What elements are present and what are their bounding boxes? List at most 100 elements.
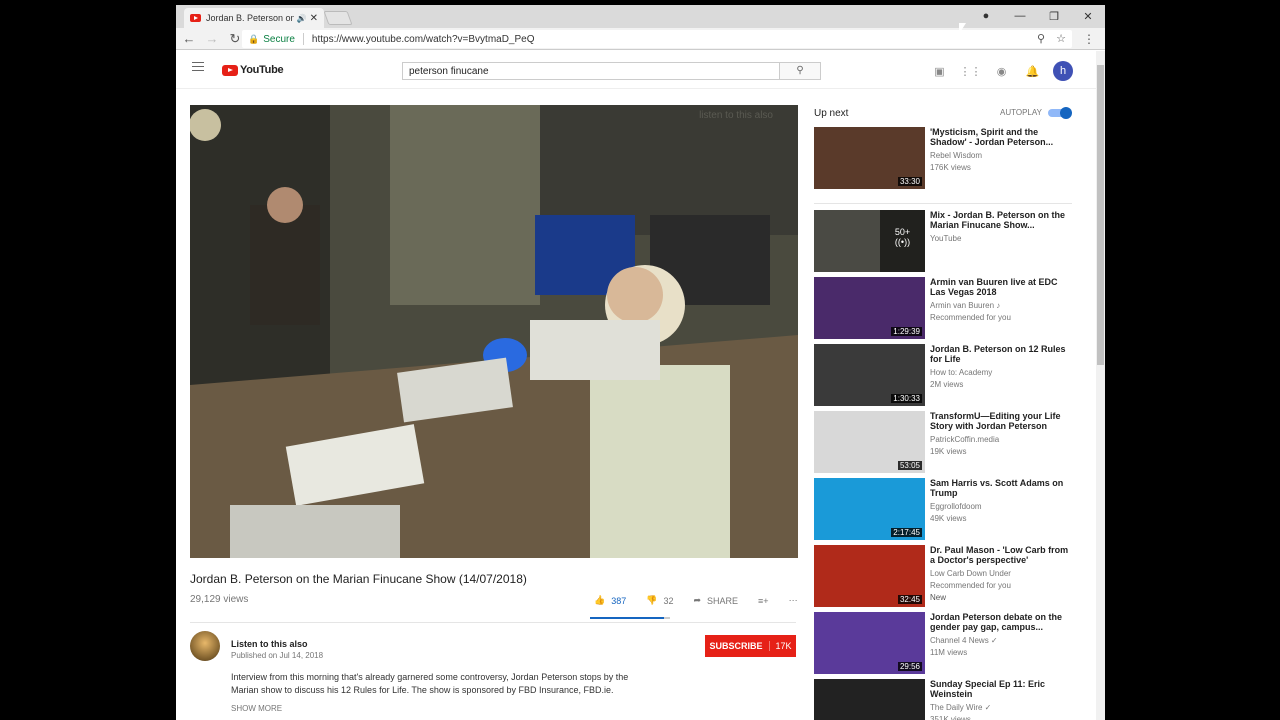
youtube-header: YouTube peterson finucane ⚲ ▣ ⋮⋮ ◉ 🔔 h [176, 51, 1096, 89]
subscriber-count: 17K [768, 641, 792, 651]
video-duration: 1:29:39 [891, 327, 922, 336]
dislike-count[interactable]: 32 [663, 596, 673, 606]
minimize-button[interactable]: — [1003, 10, 1037, 22]
up-next-item[interactable]: 53:05 TransformU—Editing your Life Story … [814, 411, 1084, 473]
up-next-item[interactable]: Sunday Special Ep 11: Eric Weinstein The … [814, 679, 1084, 720]
messages-icon[interactable]: ◉ [986, 65, 1017, 78]
youtube-play-icon [222, 64, 238, 76]
lock-icon: 🔒 [248, 33, 260, 44]
up-next-views: Recommended for you [930, 581, 1011, 590]
autoplay-toggle[interactable] [1048, 107, 1072, 119]
new-tab-button[interactable] [323, 11, 353, 25]
publish-date: Published on Jul 14, 2018 [231, 651, 324, 660]
hamburger-menu-icon[interactable] [192, 62, 204, 71]
up-next-views: 11M views [930, 648, 968, 657]
speaker-icon[interactable]: 🔊 [297, 14, 307, 23]
dislike-icon[interactable]: 👎 [646, 595, 657, 606]
up-next-item[interactable]: 2:17:45 Sam Harris vs. Scott Adams on Tru… [814, 478, 1084, 540]
up-next-views: 176K views [930, 163, 971, 172]
bookmark-star-icon[interactable]: ☆ [1056, 33, 1066, 45]
channel-avatar[interactable] [190, 631, 220, 661]
up-next-title[interactable]: 'Mysticism, Spirit and the Shadow' - Jor… [930, 127, 1070, 147]
tab-close-icon[interactable]: ✕ [310, 13, 318, 24]
video-thumbnail[interactable]: 50+ ((•)) [814, 210, 925, 272]
search-input[interactable]: peterson finucane [402, 62, 780, 80]
up-next-item[interactable]: 33:30 'Mysticism, Spirit and the Shadow' … [814, 127, 1084, 189]
youtube-logo[interactable]: YouTube [222, 64, 284, 76]
up-next-channel: YouTube [930, 234, 962, 243]
secure-label: Secure [263, 33, 295, 45]
autoplay-label: AUTOPLAY [1000, 108, 1042, 117]
address-bar[interactable]: 🔒 Secure https://www.youtube.com/watch?v… [242, 30, 1072, 48]
video-thumbnail[interactable]: 1:29:39 [814, 277, 925, 339]
up-next-title[interactable]: Sam Harris vs. Scott Adams on Trump [930, 478, 1070, 498]
add-to-playlist-icon[interactable]: ≡+ [758, 596, 769, 606]
notifications-bell-icon[interactable]: 🔔 [1017, 65, 1048, 78]
up-next-item[interactable]: 29:56 Jordan Peterson debate on the gende… [814, 612, 1084, 674]
user-avatar[interactable]: h [1053, 61, 1073, 81]
search-icon: ⚲ [796, 65, 804, 76]
video-duration: 33:30 [897, 177, 922, 186]
create-video-icon[interactable]: ▣ [924, 65, 955, 78]
up-next-views: Recommended for you [930, 313, 1011, 322]
up-next-channel: PatrickCoffin.media [930, 435, 1000, 444]
video-duration: 1:30:33 [891, 394, 922, 403]
up-next-item[interactable]: 1:30:33 Jordan B. Peterson on 12 Rules fo… [814, 344, 1084, 406]
video-thumbnail[interactable]: 1:30:33 [814, 344, 925, 406]
video-description: Interview from this morning that's alrea… [231, 672, 629, 695]
up-next-title[interactable]: Jordan B. Peterson on 12 Rules for Life [930, 344, 1070, 364]
video-thumbnail[interactable]: 2:17:45 [814, 478, 925, 540]
up-next-channel: Eggrollofdoom [930, 502, 982, 511]
video-thumbnail[interactable]: 33:30 [814, 127, 925, 189]
up-next-views: 19K views [930, 447, 967, 456]
up-next-title[interactable]: Dr. Paul Mason - 'Low Carb from a Doctor… [930, 545, 1070, 565]
url-text[interactable]: https://www.youtube.com/watch?v=BvytmaD_… [312, 34, 535, 45]
like-count[interactable]: 387 [611, 596, 626, 606]
like-ratio-bar [590, 617, 670, 619]
up-next-channel: The Daily Wire ✓ [930, 703, 992, 712]
back-button[interactable]: ← [179, 31, 199, 46]
up-next-title[interactable]: TransformU—Editing your Life Story with … [930, 411, 1070, 431]
browser-window: Jordan B. Peterson on 🔊 ✕ ● — ❐ ✕ ← → ↻ … [176, 5, 1105, 720]
up-next-views: 2M views [930, 380, 964, 389]
up-next-views: 351K views [930, 715, 971, 720]
video-thumbnail[interactable]: 32:45 [814, 545, 925, 607]
page-scrollbar[interactable] [1096, 51, 1105, 720]
share-button[interactable]: SHARE [707, 596, 738, 606]
show-more-button[interactable]: SHOW MORE [231, 704, 282, 713]
search-button[interactable]: ⚲ [780, 62, 821, 80]
restore-button[interactable]: ❐ [1037, 10, 1071, 23]
up-next-channel: How to: Academy [930, 368, 993, 377]
up-next-title[interactable]: Sunday Special Ep 11: Eric Weinstein [930, 679, 1070, 699]
video-thumbnail[interactable]: 29:56 [814, 612, 925, 674]
browser-menu-icon[interactable]: ⋮ [1083, 32, 1095, 46]
up-next-item[interactable]: 32:45 Dr. Paul Mason - 'Low Carb from a D… [814, 545, 1084, 607]
up-next-title[interactable]: Mix - Jordan B. Peterson on the Marian F… [930, 210, 1070, 230]
view-count: 29,129 views [190, 594, 249, 605]
profile-icon[interactable]: ● [969, 10, 1003, 22]
more-actions-icon[interactable]: ⋯ [789, 595, 798, 606]
zoom-icon[interactable]: ⚲ [1037, 33, 1045, 45]
video-actions: 👍 387 👎 32 ➦ SHARE ≡+ ⋯ [594, 595, 804, 606]
up-next-title[interactable]: Armin van Buuren live at EDC Las Vegas 2… [930, 277, 1070, 297]
like-icon[interactable]: 👍 [594, 595, 605, 606]
apps-grid-icon[interactable]: ⋮⋮ [955, 65, 986, 78]
up-next-item[interactable]: 50+ ((•)) Mix - Jordan B. Peterson on the … [814, 210, 1084, 272]
subscribe-button[interactable]: SUBSCRIBE 17K [705, 635, 796, 657]
video-duration: 32:45 [897, 595, 922, 604]
up-next-views: 49K views [930, 514, 967, 523]
forward-button[interactable]: → [202, 31, 222, 46]
video-thumbnail[interactable] [814, 679, 925, 720]
share-icon[interactable]: ➦ [693, 595, 701, 606]
video-duration: 2:17:45 [891, 528, 922, 537]
window-close-button[interactable]: ✕ [1071, 10, 1105, 23]
video-player[interactable]: listen to this also [190, 105, 798, 558]
up-next-title[interactable]: Jordan Peterson debate on the gender pay… [930, 612, 1070, 632]
browser-tab[interactable]: Jordan B. Peterson on 🔊 ✕ [184, 8, 324, 28]
up-next-item[interactable]: 1:29:39 Armin van Buuren live at EDC Las … [814, 277, 1084, 339]
video-thumbnail[interactable]: 53:05 [814, 411, 925, 473]
mix-badge: 50+ ((•)) [880, 210, 925, 272]
up-next-channel: Low Carb Down Under [930, 569, 1011, 578]
video-duration: 29:56 [897, 662, 922, 671]
channel-name[interactable]: Listen to this also [231, 639, 308, 649]
